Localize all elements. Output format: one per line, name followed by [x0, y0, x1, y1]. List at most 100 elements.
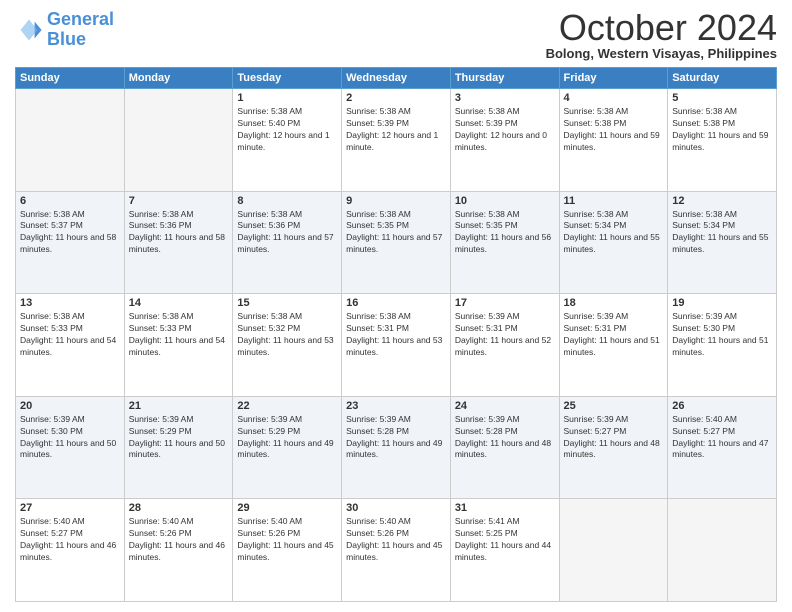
page: General Blue October 2024 Bolong, Wester… — [0, 0, 792, 612]
calendar-header-row: Sunday Monday Tuesday Wednesday Thursday… — [16, 68, 777, 89]
day-info: Sunrise: 5:38 AM Sunset: 5:34 PM Dayligh… — [672, 209, 772, 257]
calendar-cell-w3-d1: 13 Sunrise: 5:38 AM Sunset: 5:33 PM Dayli… — [16, 294, 125, 397]
calendar-cell-w1-d3: 1 Sunrise: 5:38 AM Sunset: 5:40 PM Daylig… — [233, 89, 342, 192]
calendar-cell-w2-d7: 12 Sunrise: 5:38 AM Sunset: 5:34 PM Dayli… — [668, 191, 777, 294]
day-info: Sunrise: 5:39 AM Sunset: 5:31 PM Dayligh… — [455, 311, 555, 359]
day-info: Sunrise: 5:38 AM Sunset: 5:38 PM Dayligh… — [564, 106, 664, 154]
day-info: Sunrise: 5:39 AM Sunset: 5:31 PM Dayligh… — [564, 311, 664, 359]
day-info: Sunrise: 5:40 AM Sunset: 5:26 PM Dayligh… — [237, 516, 337, 564]
day-info: Sunrise: 5:40 AM Sunset: 5:26 PM Dayligh… — [129, 516, 229, 564]
day-info: Sunrise: 5:38 AM Sunset: 5:36 PM Dayligh… — [237, 209, 337, 257]
day-number: 21 — [129, 400, 229, 412]
day-number: 26 — [672, 400, 772, 412]
day-number: 17 — [455, 297, 555, 309]
day-info: Sunrise: 5:41 AM Sunset: 5:25 PM Dayligh… — [455, 516, 555, 564]
calendar-cell-w5-d1: 27 Sunrise: 5:40 AM Sunset: 5:27 PM Dayli… — [16, 499, 125, 602]
calendar-cell-w5-d5: 31 Sunrise: 5:41 AM Sunset: 5:25 PM Dayli… — [450, 499, 559, 602]
day-info: Sunrise: 5:39 AM Sunset: 5:29 PM Dayligh… — [129, 414, 229, 462]
calendar-cell-w3-d6: 18 Sunrise: 5:39 AM Sunset: 5:31 PM Dayli… — [559, 294, 668, 397]
col-sunday: Sunday — [16, 68, 125, 89]
day-info: Sunrise: 5:38 AM Sunset: 5:39 PM Dayligh… — [346, 106, 446, 154]
calendar-cell-w1-d6: 4 Sunrise: 5:38 AM Sunset: 5:38 PM Daylig… — [559, 89, 668, 192]
day-info: Sunrise: 5:39 AM Sunset: 5:30 PM Dayligh… — [20, 414, 120, 462]
day-info: Sunrise: 5:39 AM Sunset: 5:28 PM Dayligh… — [455, 414, 555, 462]
day-info: Sunrise: 5:38 AM Sunset: 5:35 PM Dayligh… — [346, 209, 446, 257]
calendar-cell-w1-d7: 5 Sunrise: 5:38 AM Sunset: 5:38 PM Daylig… — [668, 89, 777, 192]
day-info: Sunrise: 5:38 AM Sunset: 5:40 PM Dayligh… — [237, 106, 337, 154]
day-number: 13 — [20, 297, 120, 309]
day-info: Sunrise: 5:38 AM Sunset: 5:36 PM Dayligh… — [129, 209, 229, 257]
day-number: 18 — [564, 297, 664, 309]
calendar-cell-w4-d4: 23 Sunrise: 5:39 AM Sunset: 5:28 PM Dayli… — [342, 396, 451, 499]
day-number: 5 — [672, 92, 772, 104]
calendar-cell-w5-d6 — [559, 499, 668, 602]
day-info: Sunrise: 5:40 AM Sunset: 5:26 PM Dayligh… — [346, 516, 446, 564]
day-info: Sunrise: 5:39 AM Sunset: 5:27 PM Dayligh… — [564, 414, 664, 462]
day-number: 14 — [129, 297, 229, 309]
calendar-cell-w4-d3: 22 Sunrise: 5:39 AM Sunset: 5:29 PM Dayli… — [233, 396, 342, 499]
location: Bolong, Western Visayas, Philippines — [546, 46, 777, 61]
day-number: 4 — [564, 92, 664, 104]
week-row-2: 6 Sunrise: 5:38 AM Sunset: 5:37 PM Daylig… — [16, 191, 777, 294]
day-number: 30 — [346, 502, 446, 514]
calendar-cell-w4-d7: 26 Sunrise: 5:40 AM Sunset: 5:27 PM Dayli… — [668, 396, 777, 499]
header: General Blue October 2024 Bolong, Wester… — [15, 10, 777, 61]
calendar-cell-w1-d2 — [124, 89, 233, 192]
logo-line2: Blue — [47, 29, 86, 49]
day-info: Sunrise: 5:38 AM Sunset: 5:38 PM Dayligh… — [672, 106, 772, 154]
week-row-5: 27 Sunrise: 5:40 AM Sunset: 5:27 PM Dayli… — [16, 499, 777, 602]
col-tuesday: Tuesday — [233, 68, 342, 89]
col-wednesday: Wednesday — [342, 68, 451, 89]
calendar-cell-w5-d4: 30 Sunrise: 5:40 AM Sunset: 5:26 PM Dayli… — [342, 499, 451, 602]
day-number: 16 — [346, 297, 446, 309]
calendar-cell-w4-d2: 21 Sunrise: 5:39 AM Sunset: 5:29 PM Dayli… — [124, 396, 233, 499]
calendar-cell-w2-d2: 7Sunrise: 5:38 AM Sunset: 5:36 PM Daylig… — [124, 191, 233, 294]
day-number: 8 — [237, 195, 337, 207]
day-number: 12 — [672, 195, 772, 207]
day-number: 22 — [237, 400, 337, 412]
day-number: 19 — [672, 297, 772, 309]
day-info: Sunrise: 5:40 AM Sunset: 5:27 PM Dayligh… — [20, 516, 120, 564]
col-monday: Monday — [124, 68, 233, 89]
col-thursday: Thursday — [450, 68, 559, 89]
month-title: October 2024 — [546, 10, 777, 46]
day-number: 1 — [237, 92, 337, 104]
day-number: 31 — [455, 502, 555, 514]
calendar-cell-w3-d4: 16 Sunrise: 5:38 AM Sunset: 5:31 PM Dayli… — [342, 294, 451, 397]
day-info: Sunrise: 5:38 AM Sunset: 5:32 PM Dayligh… — [237, 311, 337, 359]
day-info: Sunrise: 5:38 AM Sunset: 5:39 PM Dayligh… — [455, 106, 555, 154]
day-number: 11 — [564, 195, 664, 207]
calendar-cell-w4-d5: 24Sunrise: 5:39 AM Sunset: 5:28 PM Dayli… — [450, 396, 559, 499]
day-number: 28 — [129, 502, 229, 514]
day-info: Sunrise: 5:38 AM Sunset: 5:34 PM Dayligh… — [564, 209, 664, 257]
calendar-cell-w3-d5: 17 Sunrise: 5:39 AM Sunset: 5:31 PM Dayli… — [450, 294, 559, 397]
calendar-cell-w2-d6: 11 Sunrise: 5:38 AM Sunset: 5:34 PM Dayli… — [559, 191, 668, 294]
day-info: Sunrise: 5:38 AM Sunset: 5:33 PM Dayligh… — [20, 311, 120, 359]
day-number: 2 — [346, 92, 446, 104]
calendar-cell-w1-d1 — [16, 89, 125, 192]
logo-icon — [15, 16, 43, 44]
day-info: Sunrise: 5:38 AM Sunset: 5:35 PM Dayligh… — [455, 209, 555, 257]
day-info: Sunrise: 5:40 AM Sunset: 5:27 PM Dayligh… — [672, 414, 772, 462]
calendar-cell-w3-d7: 19 Sunrise: 5:39 AM Sunset: 5:30 PM Dayli… — [668, 294, 777, 397]
day-info: Sunrise: 5:39 AM Sunset: 5:30 PM Dayligh… — [672, 311, 772, 359]
day-number: 6 — [20, 195, 120, 207]
day-info: Sunrise: 5:38 AM Sunset: 5:31 PM Dayligh… — [346, 311, 446, 359]
day-info: Sunrise: 5:39 AM Sunset: 5:29 PM Dayligh… — [237, 414, 337, 462]
logo-text: General Blue — [47, 10, 114, 50]
calendar-cell-w5-d7 — [668, 499, 777, 602]
calendar-cell-w5-d2: 28 Sunrise: 5:40 AM Sunset: 5:26 PM Dayli… — [124, 499, 233, 602]
day-number: 23 — [346, 400, 446, 412]
logo-line1: General — [47, 9, 114, 29]
day-number: 25 — [564, 400, 664, 412]
day-number: 27 — [20, 502, 120, 514]
calendar-cell-w3-d3: 15Sunrise: 5:38 AM Sunset: 5:32 PM Dayli… — [233, 294, 342, 397]
week-row-4: 20Sunrise: 5:39 AM Sunset: 5:30 PM Dayli… — [16, 396, 777, 499]
calendar-cell-w3-d2: 14Sunrise: 5:38 AM Sunset: 5:33 PM Dayli… — [124, 294, 233, 397]
day-info: Sunrise: 5:38 AM Sunset: 5:37 PM Dayligh… — [20, 209, 120, 257]
calendar-cell-w2-d4: 9Sunrise: 5:38 AM Sunset: 5:35 PM Daylig… — [342, 191, 451, 294]
calendar-cell-w2-d3: 8 Sunrise: 5:38 AM Sunset: 5:36 PM Daylig… — [233, 191, 342, 294]
calendar-cell-w1-d5: 3Sunrise: 5:38 AM Sunset: 5:39 PM Daylig… — [450, 89, 559, 192]
day-info: Sunrise: 5:39 AM Sunset: 5:28 PM Dayligh… — [346, 414, 446, 462]
week-row-3: 13 Sunrise: 5:38 AM Sunset: 5:33 PM Dayli… — [16, 294, 777, 397]
